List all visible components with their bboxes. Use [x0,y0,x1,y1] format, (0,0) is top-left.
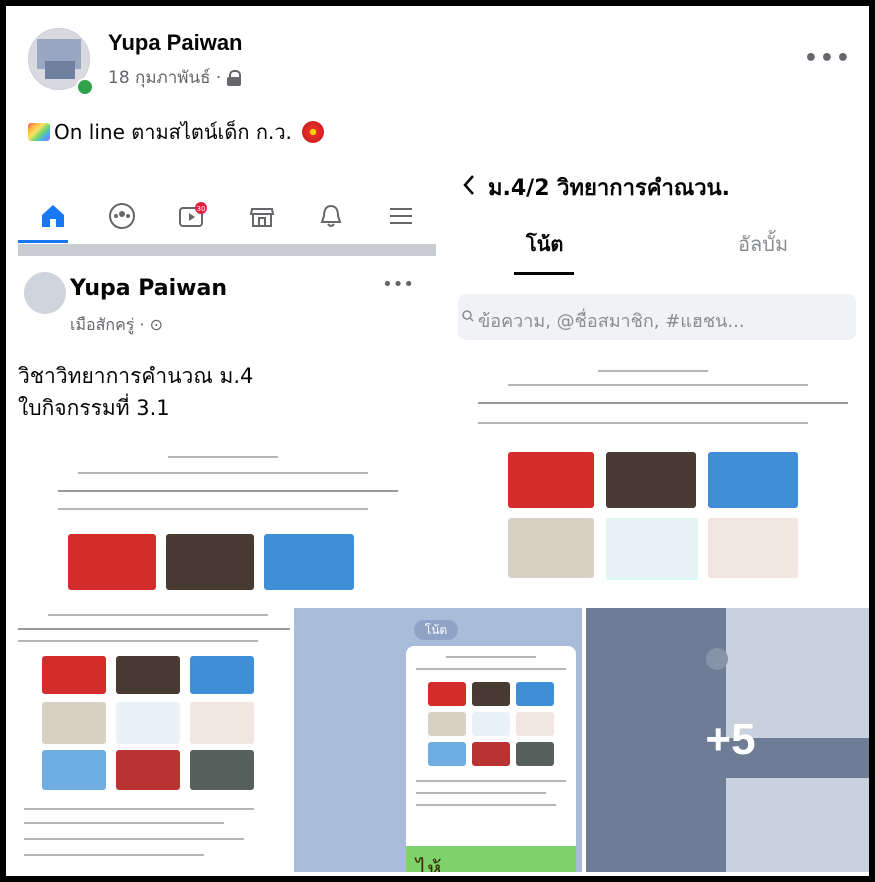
doc-text-line [508,384,808,386]
nav-active-indicator [18,240,68,243]
bell-icon [321,204,342,227]
inner-post-meta: เมือสักครู่ · ⊙ [70,315,164,334]
doc-text-line [478,422,808,424]
doc-text-line [58,508,368,510]
motorcycle-image [472,682,510,706]
hibiscus-emoji-icon [301,121,324,143]
post-meta: 18 กุมภาพันธ์ · [108,64,242,91]
doc-text-line [598,370,708,372]
tab-albums: อัลบั้ม [738,232,789,256]
marketplace-icon [249,208,275,227]
subject-line-2: ใบกิจกรรมที่ 3.1 [18,396,170,420]
groups-icon [109,203,136,229]
rainbow-emoji-icon [28,123,50,141]
tab-notes: โน้ต [526,232,564,256]
motorcycle-image [116,656,180,694]
doc-text-line [24,838,244,840]
lock-icon [227,69,242,86]
notes-pill: โน้ต [414,620,458,640]
doc-text-line [78,472,368,474]
online-status-dot [76,78,94,96]
motorcycle-image [606,452,696,508]
photo-tile-4[interactable]: โน้ต ไห้ [294,608,582,872]
home-icon [41,205,64,227]
auto-car-image [190,750,254,790]
group-title: ม.4/2 วิทยาการคำณวน. [488,176,730,201]
inner-more-icon: ••• [382,274,414,295]
doc-text-line [18,640,258,642]
boat-image [508,518,594,578]
more-options-button[interactable]: ••• [804,46,852,71]
fb-nav-bar: 30 [18,186,436,246]
auto-car-image [516,742,554,766]
tricycle-image [708,518,798,578]
tricycle-image [190,702,254,744]
car-image [68,534,156,590]
car-image [428,682,466,706]
author-name[interactable]: Yupa Paiwan [108,30,243,56]
photo-tile-1[interactable]: 30 Yupa Paiwan เมือสักครู่ · ⊙ ••• วิชาว… [18,156,436,604]
car-image [508,452,594,508]
caption-text: On line ตามสไตน์เด็ก ก.ว. [54,120,292,144]
boat-image [42,702,106,744]
bicycle-image [472,712,510,736]
doc-text-line [24,808,254,810]
doc-divider [478,402,848,404]
worksheet-preview [478,366,848,604]
green-banner-text: ไห้ [416,858,442,872]
bicycle-image [606,518,698,580]
menu-icon [390,208,413,224]
jetski-image [708,452,798,508]
drone-image [42,750,106,790]
inner-author-name: Yupa Paiwan [70,276,227,301]
boat-image [428,712,466,736]
jetski-image [516,682,554,706]
doc-text-line [24,854,204,856]
doc-text-line [48,614,268,616]
hoverboard-image [116,750,180,790]
post-caption: On line ตามสไตน์เด็ก ก.ว. [28,116,324,148]
hoverboard-image [472,742,510,766]
motorcycle-image [166,534,254,590]
photo-tile-3[interactable] [18,608,290,872]
jetski-image [264,534,354,590]
more-photos-count[interactable]: +5 [586,608,869,872]
drone-image [428,742,466,766]
note-card: ไห้ [406,646,576,872]
doc-text-line [24,822,224,824]
back-chevron-icon [463,175,474,195]
doc-text-line [416,668,566,670]
inner-avatar [24,272,66,314]
worksheet-preview [58,446,398,604]
tricycle-image [516,712,554,736]
search-placeholder: ข้อความ, @ชื่อสมาชิก, #แฮชน... [478,311,745,332]
tab-notes-underline [514,272,574,275]
post-date[interactable]: 18 กุมภาพันธ์ · [108,64,221,91]
post-header: Yupa Paiwan 18 กุมภาพันธ์ · ••• [24,24,864,104]
subject-line-1: วิชาวิทยาการคำนวณ ม.4 [18,364,254,388]
bicycle-image [116,702,180,744]
jetski-image [190,656,254,694]
photo-tile-5[interactable]: +5 [586,608,869,872]
doc-divider [58,490,398,492]
search-icon [462,310,474,322]
watch-badge: 30 [197,205,206,213]
doc-text-line [416,792,546,794]
watch-icon: 30 [179,202,208,227]
post-frame: Yupa Paiwan 18 กุมภาพันธ์ · ••• On line … [0,0,875,882]
doc-text-line [416,804,556,806]
doc-text-line [446,656,536,658]
doc-divider [18,628,290,630]
avatar-image-part [45,61,75,79]
doc-text-line [168,456,278,458]
photo-tile-2[interactable]: ม.4/2 วิทยาการคำณวน. โน้ต อัลบั้ม ข้อควา… [438,156,869,604]
car-image [42,656,106,694]
doc-text-line [416,780,566,782]
nav-divider [18,244,436,256]
